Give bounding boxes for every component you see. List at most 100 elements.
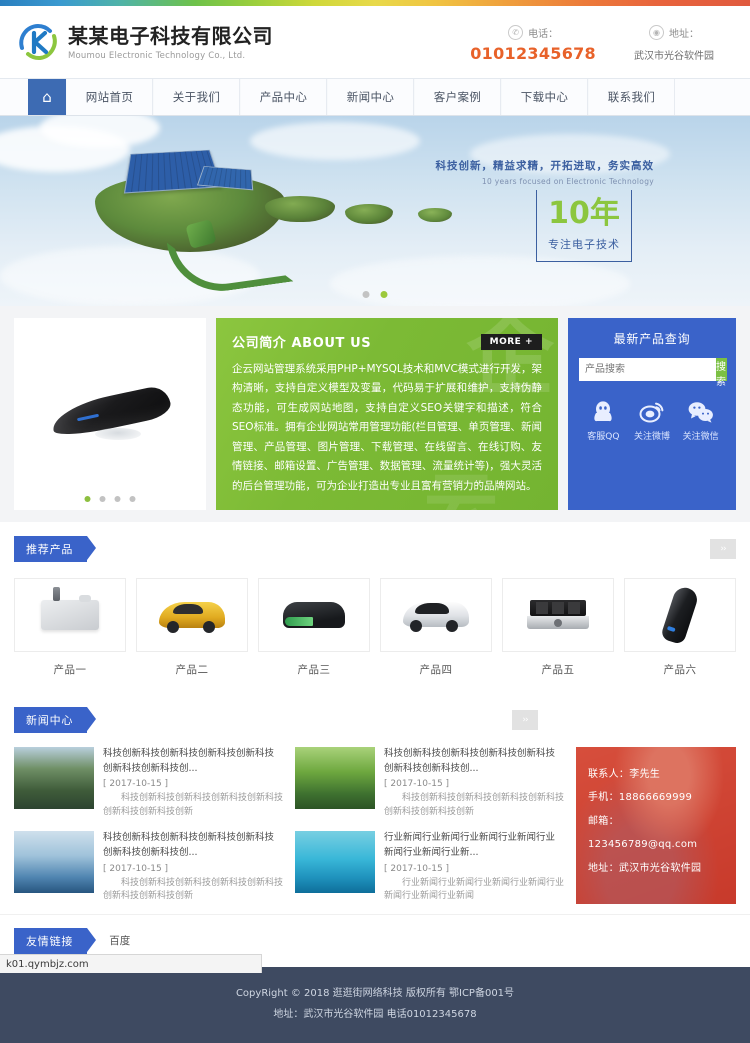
product-card-3[interactable]: 产品四 xyxy=(380,577,492,677)
address-value: 武汉市光谷软件园 xyxy=(634,51,714,62)
site-logo[interactable]: 某某电子科技有限公司 Moumou Electronic Technology … xyxy=(14,18,273,66)
product-thumbnail xyxy=(624,577,736,652)
banner-slogan-en: 10 years focused on Electronic Technolog… xyxy=(481,177,654,186)
banner-slogan-cn: 科技创新，精益求精，开拓进取，务实高效 xyxy=(435,160,654,172)
nav-item-1[interactable]: 关于我们 xyxy=(153,79,240,115)
site-header: 某某电子科技有限公司 Moumou Electronic Technology … xyxy=(0,6,750,78)
product-search-form: 搜 索 xyxy=(579,358,727,388)
product-thumbnail xyxy=(502,577,614,652)
phone-label: 电话： xyxy=(528,29,559,40)
social-weibo-label: 关注微博 xyxy=(633,432,670,442)
news-title: 科技创新科技创新科技创新科技创新科技创新科技创新科技创... xyxy=(384,747,556,774)
news-content: 科技创新科技创新科技创新科技创新科技创新科技创新科技创... [ 2017-10… xyxy=(14,746,736,904)
product-search-button[interactable]: 搜 索 xyxy=(716,358,727,388)
friendly-link-0[interactable]: 百度 xyxy=(109,933,130,948)
panel-title: 最新产品查询 xyxy=(613,332,691,346)
wechat-bubble-icon xyxy=(678,399,724,425)
products-section-tag: 推荐产品 xyxy=(14,535,97,562)
product-thumbnail xyxy=(136,577,248,652)
product-viewer-dot-1[interactable] xyxy=(99,495,106,502)
header-address-block: ◉ 地址： 武汉市光谷软件园 xyxy=(634,25,714,62)
links-section-tag: 友情链接 xyxy=(14,927,97,954)
news-thumbnail xyxy=(14,746,94,809)
company-name-cn: 某某电子科技有限公司 xyxy=(68,23,273,48)
product-name: 产品六 xyxy=(663,663,697,676)
weibo-eye-icon xyxy=(629,399,675,425)
product-viewer-image xyxy=(43,383,178,446)
news-item-0[interactable]: 科技创新科技创新科技创新科技创新科技创新科技创新科技创... [ 2017-10… xyxy=(14,746,283,819)
logo-k-icon xyxy=(14,18,62,66)
news-date: [ 2017-10-15 ] xyxy=(384,863,450,874)
address-label: 地址： xyxy=(669,29,699,40)
nav-item-2[interactable]: 产品中心 xyxy=(240,79,327,115)
about-us-card: 企 云 公司简介 ABOUT US MORE + 企云网站管理系统采用PHP+M… xyxy=(216,318,558,510)
news-next-arrow[interactable]: ›› xyxy=(512,709,538,730)
banner-years-box: 10年 专注电子技术 xyxy=(536,190,632,262)
status-bar-url: k01.qymbjz.com xyxy=(6,958,89,970)
product-name: 产品五 xyxy=(541,663,575,676)
news-thumbnail xyxy=(14,831,94,894)
footer-copyright: CopyRight © 2018 逛逛街网络科技 版权所有 鄂ICP备001号 xyxy=(235,987,515,999)
header-contacts: ✆ 电话： 01012345678 ◉ 地址： 武汉市光谷软件园 xyxy=(470,21,736,63)
contact-email: 邮箱：123456789@qq.com xyxy=(588,815,698,851)
product-card-4[interactable]: 产品五 xyxy=(502,577,614,677)
banner-years-number: 10年 xyxy=(548,196,620,231)
product-name: 产品一 xyxy=(53,663,87,676)
social-wechat[interactable]: 关注微信 xyxy=(678,399,724,442)
header-phone-block: ✆ 电话： 01012345678 xyxy=(470,25,596,63)
banner-dot-0[interactable] xyxy=(362,291,370,298)
product-search-input[interactable] xyxy=(579,358,716,381)
contact-person: 联系人：李先生 xyxy=(588,768,661,780)
social-qq-label: 客服QQ xyxy=(587,432,620,442)
product-name: 产品三 xyxy=(297,663,331,676)
news-date: [ 2017-10-15 ] xyxy=(384,779,450,790)
floating-island-4 xyxy=(418,208,452,222)
nav-item-6[interactable]: 联系我们 xyxy=(588,79,675,115)
news-desc: 科技创新科技创新科技创新科技创新科技创新科技创新科技创新 xyxy=(384,793,564,817)
product-viewer-dot-2[interactable] xyxy=(114,495,121,502)
product-viewer-dots xyxy=(84,495,136,502)
qq-penguin-icon xyxy=(580,399,626,425)
contact-address: 地址：武汉市光谷软件园 xyxy=(588,862,702,874)
banner-dot-1[interactable] xyxy=(380,291,388,298)
footer-contact: 地址：武汉市光谷软件园 电话01012345678 xyxy=(273,1008,477,1020)
phone-icon: ✆ xyxy=(508,25,524,40)
social-qq[interactable]: 客服QQ xyxy=(580,399,626,442)
hero-banner: 科技创新，精益求精，开拓进取，务实高效 10 years focused on … xyxy=(0,116,750,306)
showcase-section: 企 云 公司简介 ABOUT US MORE + 企云网站管理系统采用PHP+M… xyxy=(0,306,750,522)
about-more-button[interactable]: MORE + xyxy=(480,333,542,350)
nav-item-0[interactable]: 网站首页 xyxy=(66,79,153,115)
nav-item-3[interactable]: 新闻中心 xyxy=(327,79,414,115)
product-card-2[interactable]: 产品三 xyxy=(258,577,370,677)
news-title: 科技创新科技创新科技创新科技创新科技创新科技创新科技创... xyxy=(103,832,275,859)
about-text: 企云网站管理系统采用PHP+MYSQL技术和MVC模式进行开发，架构清晰，支持自… xyxy=(232,363,542,492)
product-card-5[interactable]: 产品六 xyxy=(624,577,736,677)
news-item-1[interactable]: 科技创新科技创新科技创新科技创新科技创新科技创新科技创... [ 2017-10… xyxy=(295,746,564,819)
news-date: [ 2017-10-15 ] xyxy=(103,779,169,790)
products-next-arrow[interactable]: ›› xyxy=(710,538,736,559)
product-card-1[interactable]: 产品二 xyxy=(136,577,248,677)
social-weibo[interactable]: 关注微博 xyxy=(629,399,675,442)
banner-years-sub: 专注电子技术 xyxy=(548,238,620,251)
product-viewer-dot-3[interactable] xyxy=(129,495,136,502)
banner-slogan: 科技创新，精益求精，开拓进取，务实高效 10 years focused on … xyxy=(436,158,655,186)
product-card-0[interactable]: 产品一 xyxy=(14,577,126,677)
news-thumbnail xyxy=(295,746,375,809)
banner-dots xyxy=(362,291,388,298)
product-name: 产品四 xyxy=(419,663,453,676)
product-thumbnail xyxy=(380,577,492,652)
site-footer: CopyRight © 2018 逛逛街网络科技 版权所有 鄂ICP备001号 … xyxy=(0,966,750,1043)
nav-item-4[interactable]: 客户案例 xyxy=(414,79,501,115)
nav-item-5[interactable]: 下载中心 xyxy=(501,79,588,115)
news-item-2[interactable]: 科技创新科技创新科技创新科技创新科技创新科技创新科技创... [ 2017-10… xyxy=(14,831,283,903)
phone-number: 01012345678 xyxy=(470,44,596,63)
product-viewer-dot-0[interactable] xyxy=(84,495,91,502)
company-name-en: Moumou Electronic Technology Co., Ltd. xyxy=(68,50,246,61)
news-title: 行业新闻行业新闻行业新闻行业新闻行业新闻行业新闻行业新... xyxy=(384,832,556,859)
product-viewer[interactable] xyxy=(14,318,206,510)
news-thumbnail xyxy=(295,831,375,894)
news-item-3[interactable]: 行业新闻行业新闻行业新闻行业新闻行业新闻行业新闻行业新... [ 2017-10… xyxy=(295,831,564,903)
news-desc: 科技创新科技创新科技创新科技创新科技创新科技创新科技创新 xyxy=(103,793,283,817)
home-icon[interactable]: ⌂ xyxy=(28,79,66,115)
news-title: 科技创新科技创新科技创新科技创新科技创新科技创新科技创... xyxy=(103,747,275,774)
